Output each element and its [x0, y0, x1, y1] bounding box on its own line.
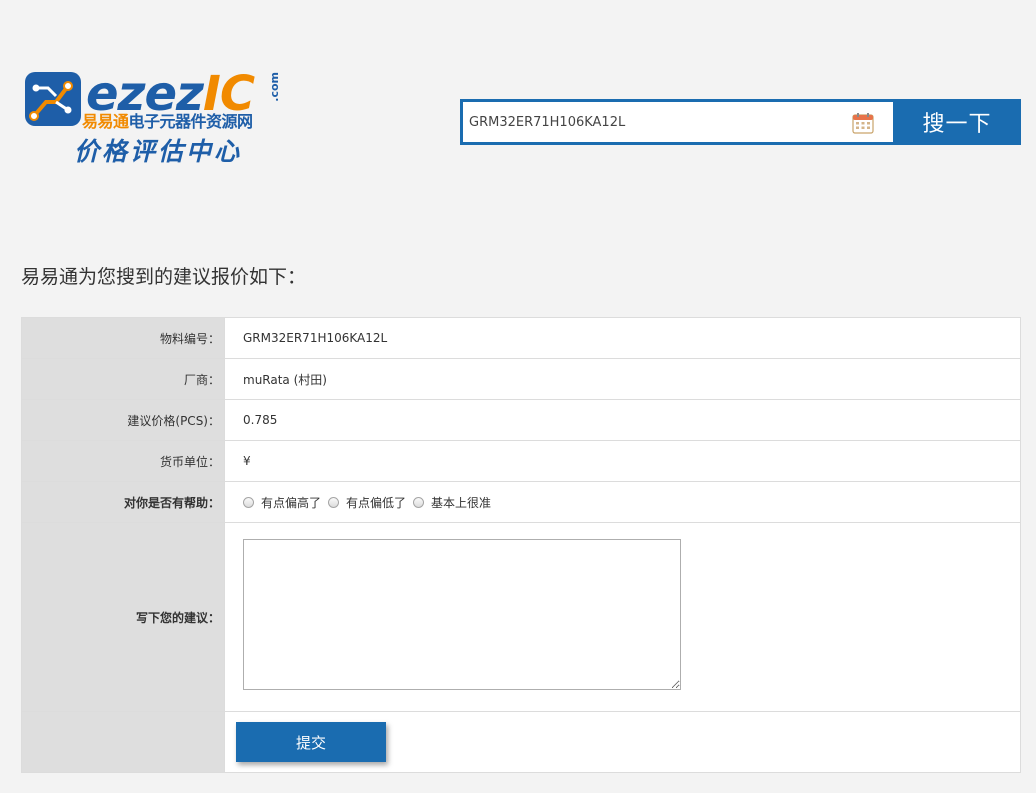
circuit-logo-icon [25, 72, 81, 126]
search-box [460, 99, 893, 145]
table-row-submit: 提交 [21, 711, 1021, 773]
radio-too-high[interactable] [243, 496, 254, 508]
helpful-options: 有点偏高了 有点偏低了 基本上很准 [224, 481, 1021, 523]
radio-too-low[interactable] [328, 496, 340, 508]
table-row-manufacturer: 厂商： muRata (村田) [21, 358, 1021, 400]
search-bar: 搜一下 [460, 99, 1021, 145]
logo-domain: .com [268, 72, 281, 102]
submit-button[interactable]: 提交 [236, 722, 386, 762]
table-row-suggestion: 写下您的建议： [21, 522, 1021, 712]
quote-result-table: 物料编号： GRM32ER71H106KA12L 厂商： muRata (村田)… [21, 317, 1021, 773]
suggestion-cell [224, 522, 1021, 712]
manufacturer-value: muRata (村田) [224, 358, 1021, 400]
calendar-icon[interactable] [852, 112, 874, 134]
currency-value: ¥ [224, 440, 1021, 482]
submit-row-label [21, 711, 225, 773]
helpful-label: 对你是否有帮助： [21, 481, 225, 523]
table-row-helpful: 对你是否有帮助： 有点偏高了 有点偏低了 基本上很准 [21, 481, 1021, 523]
site-logo[interactable]: ezezIC .com 易易通电子元器件资源网 价格评估中心 [22, 66, 284, 168]
helpful-radio-group: 有点偏高了 有点偏低了 基本上很准 [243, 494, 1020, 511]
currency-label: 货币单位： [21, 440, 225, 482]
result-intro-text: 易易通为您搜到的建议报价如下： [21, 266, 307, 288]
table-row-part-number: 物料编号： GRM32ER71H106KA12L [21, 317, 1021, 359]
price-label: 建议价格(PCS)： [21, 399, 225, 441]
logo-subtitle: 价格评估中心 [74, 137, 243, 166]
manufacturer-label: 厂商： [21, 358, 225, 400]
price-value: 0.785 [224, 399, 1021, 441]
radio-accurate[interactable] [413, 496, 425, 508]
part-number-value: GRM32ER71H106KA12L [224, 317, 1021, 359]
radio-too-high-label: 有点偏高了 [261, 495, 322, 510]
suggestion-label: 写下您的建议： [21, 522, 225, 712]
search-button[interactable]: 搜一下 [893, 99, 1021, 145]
submit-cell: 提交 [224, 711, 1021, 773]
search-input[interactable] [469, 102, 829, 142]
suggestion-textarea[interactable] [243, 539, 681, 690]
radio-too-low-label: 有点偏低了 [346, 495, 407, 510]
logo-tagline-desc: 电子元器件资源网 [128, 112, 254, 131]
radio-accurate-label: 基本上很准 [431, 495, 492, 510]
logo-tagline: 易易通电子元器件资源网 [82, 108, 253, 132]
part-number-label: 物料编号： [21, 317, 225, 359]
logo-tagline-brand: 易易通 [82, 112, 129, 131]
table-row-currency: 货币单位： ¥ [21, 440, 1021, 482]
table-row-price: 建议价格(PCS)： 0.785 [21, 399, 1021, 441]
